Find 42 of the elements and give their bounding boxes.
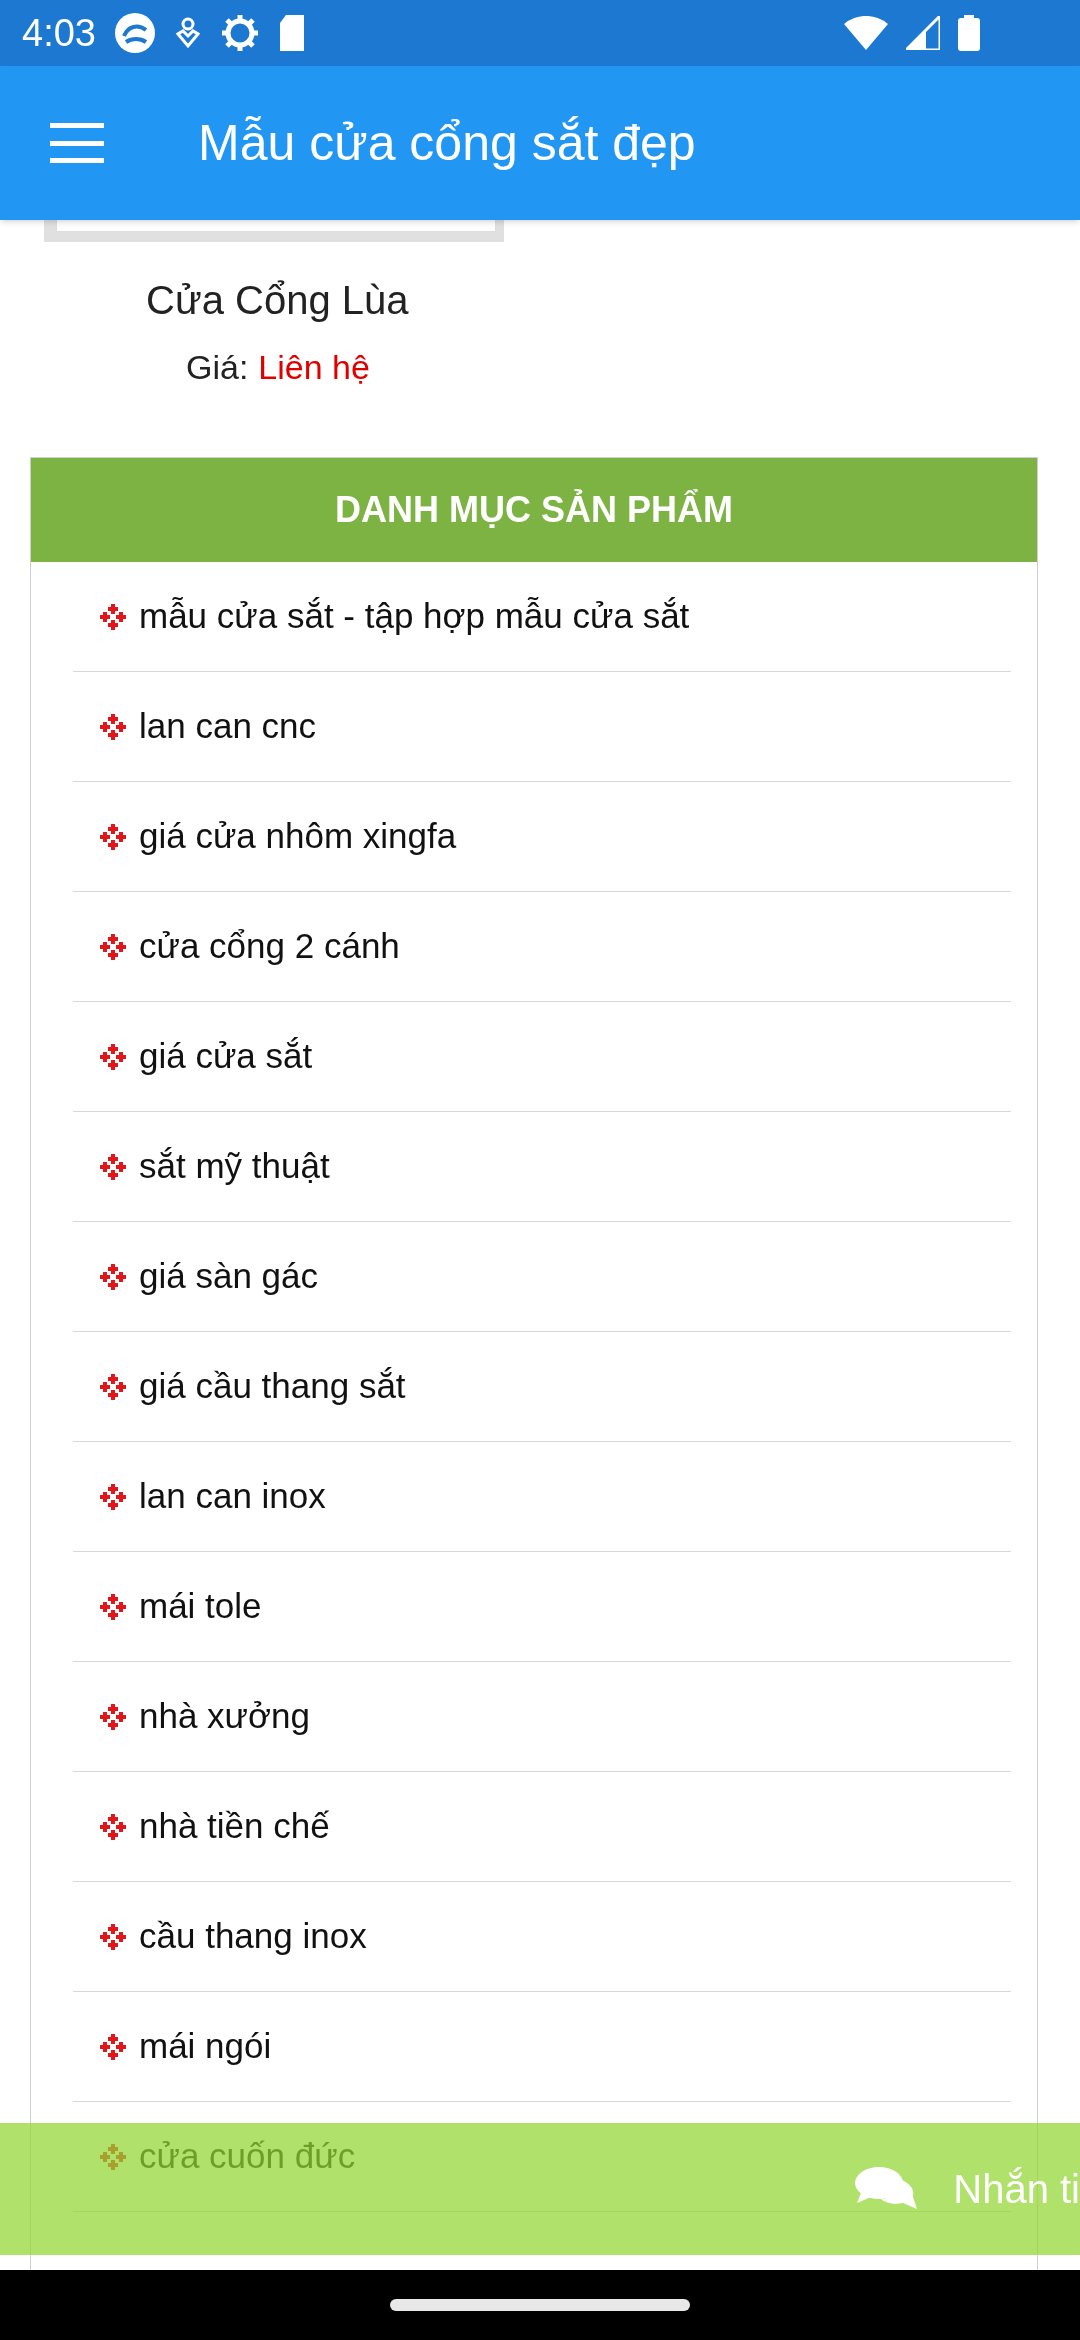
bullet-icon xyxy=(99,1042,127,1071)
price-value: Liên hệ xyxy=(258,347,370,388)
clock: 4:03 xyxy=(22,10,96,56)
category-item[interactable]: lan can inox xyxy=(99,1470,326,1523)
bullet-icon xyxy=(99,1702,127,1731)
bullet-icon xyxy=(99,1372,127,1401)
price-label: Giá: xyxy=(186,347,249,388)
product-name: Cửa Cổng Lùa xyxy=(146,277,409,324)
category-item[interactable]: nhà tiền chế xyxy=(99,1800,330,1853)
bullet-icon xyxy=(99,1262,127,1291)
home-handle[interactable] xyxy=(390,2299,690,2311)
category-item[interactable]: mẫu cửa sắt - tập hợp mẫu cửa sắt xyxy=(99,590,690,643)
category-item[interactable]: mái ngói xyxy=(99,2020,272,2073)
category-item[interactable]: nhà xưởng xyxy=(99,1690,310,1743)
bullet-icon xyxy=(99,1812,127,1841)
bullet-icon xyxy=(99,1152,127,1181)
category-item[interactable]: giá sàn gác xyxy=(99,1250,319,1303)
category-item[interactable]: giá cầu thang sắt xyxy=(99,1360,406,1413)
location-icon xyxy=(173,16,202,50)
category-item[interactable]: mái tole xyxy=(99,1580,262,1633)
category-item[interactable]: lan can cnc xyxy=(99,700,317,753)
bullet-icon xyxy=(99,1922,127,1951)
signal-icon xyxy=(906,16,940,50)
category-item[interactable]: cửa cổng 2 cánh xyxy=(99,920,400,973)
bullet-icon xyxy=(99,602,127,631)
category-item[interactable]: cầu thang inox xyxy=(99,1910,367,1963)
bullet-icon xyxy=(99,822,127,851)
bullet-icon xyxy=(99,1592,127,1621)
wifi-icon xyxy=(844,16,888,50)
category-item[interactable]: giá cửa sắt xyxy=(99,1030,313,1083)
bullet-icon xyxy=(99,1482,127,1511)
app-title: Mẫu cửa cổng sắt đẹp xyxy=(198,113,696,173)
category-item[interactable]: sắt mỹ thuật xyxy=(99,1140,330,1193)
category-item[interactable]: giá cửa nhôm xingfa xyxy=(99,810,457,863)
bullet-icon xyxy=(99,932,127,961)
bullet-icon xyxy=(99,712,127,741)
bullet-icon xyxy=(99,2032,127,2061)
sd-card-icon xyxy=(277,15,306,51)
menu-icon[interactable] xyxy=(50,123,104,163)
gear-icon xyxy=(219,13,260,53)
battery-icon xyxy=(958,15,980,51)
category-header: DANH MỤC SẢN PHẨM xyxy=(31,458,1037,562)
